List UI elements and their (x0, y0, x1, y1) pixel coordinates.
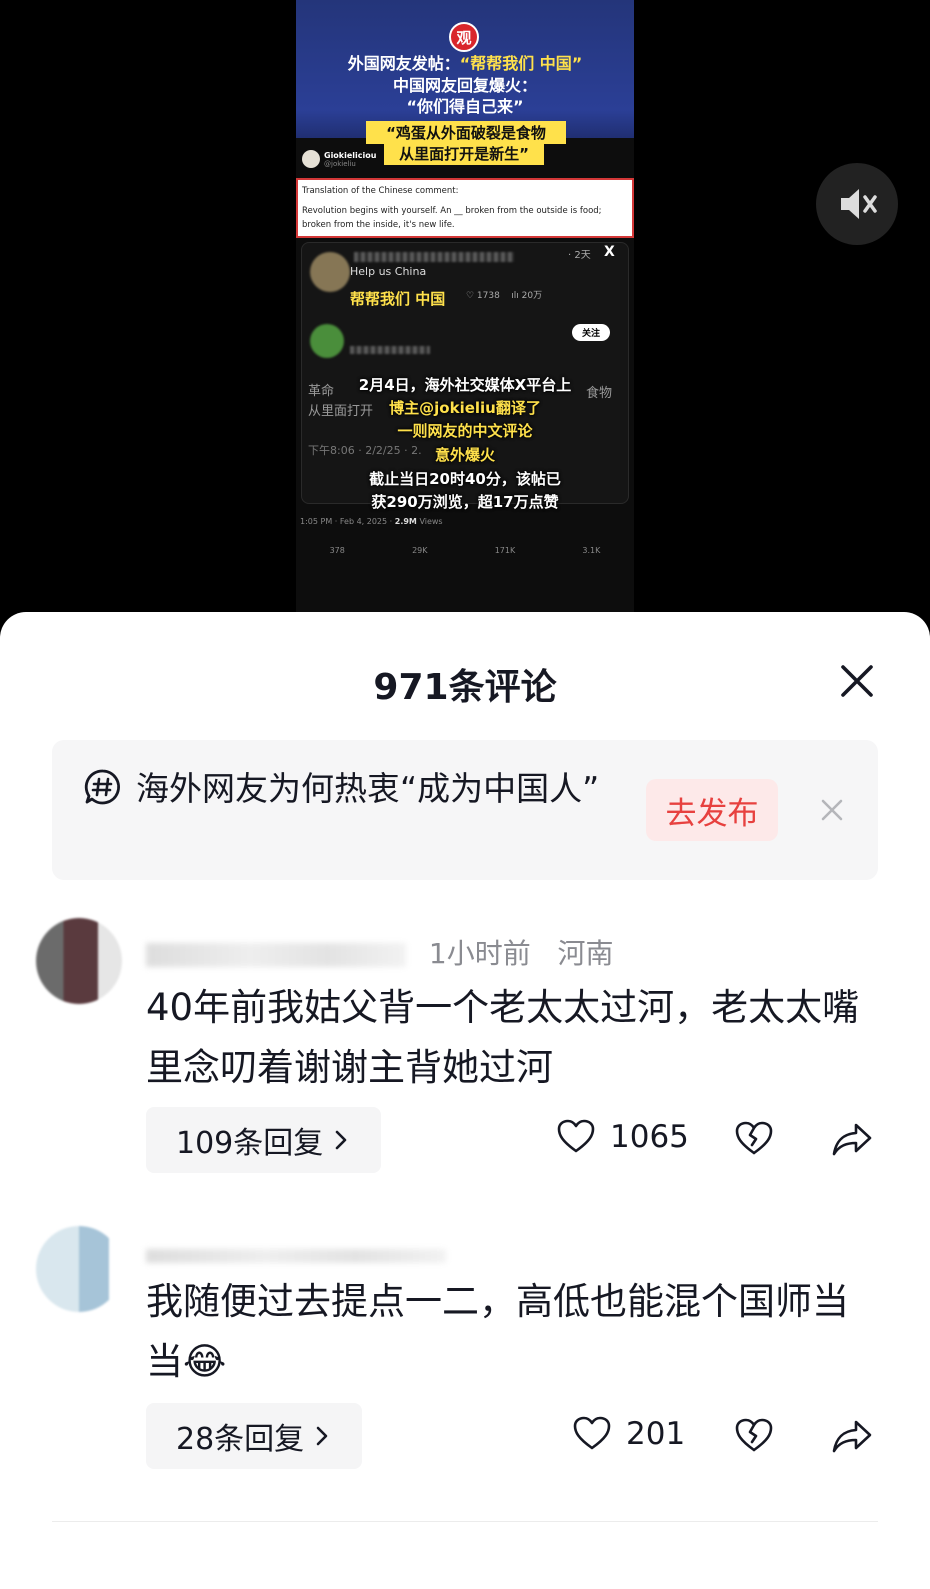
news-logo: 观 (449, 22, 479, 52)
follow-button: 关注 (572, 324, 611, 341)
blurred-name (354, 252, 514, 262)
translation-box: Translation of the Chinese comment: Revo… (296, 178, 634, 238)
comment-count-title: 971条评论 (373, 667, 557, 708)
blurred-username (146, 943, 406, 967)
stat-likes: ♡ 1738 (466, 291, 500, 301)
blurred-avatar-2 (310, 324, 344, 358)
blurred-avatar (310, 252, 350, 292)
like-button[interactable]: 201 (572, 1414, 685, 1454)
avatar[interactable] (36, 1226, 122, 1312)
tweet-user: Giokieliciou @jokieliu (302, 150, 376, 168)
broken-heart-icon[interactable] (732, 1414, 776, 1458)
video-frame: 观 外国网友发帖：“帮帮我们 中国” 中国网友回复爆火： “你们得自己来” “鸡… (296, 0, 634, 612)
comment-meta (146, 1238, 460, 1271)
meta-views: 2.9M (394, 517, 417, 526)
tweet-handle: @jokieliu (324, 159, 356, 168)
topic-text: 海外网友为何热衷“成为中国人” (136, 769, 600, 808)
headline-line-3: “你们得自己来” (406, 97, 524, 116)
divider (52, 1521, 878, 1522)
view-replies-button[interactable]: 28条回复 (146, 1403, 363, 1469)
comment-body: 我随便过去提点一二，高低也能混个国师当当 (146, 1280, 849, 1383)
tweet-actions: 378 29K 171K 3.1K (296, 546, 634, 555)
like-count: 201 (626, 1416, 686, 1452)
tweet-screenshot: Giokieliciou @jokieliu Translation of th… (296, 138, 634, 612)
reply-count: 28条回复 (176, 1422, 305, 1457)
help-cn-text: 帮帮我们 中国 (350, 290, 446, 308)
publish-button[interactable]: 去发布 (646, 779, 778, 841)
comment-time: 1小时前 (428, 937, 531, 970)
like-button[interactable]: 1065 (556, 1117, 689, 1157)
translation-line-2: Revolution begins with yourself. An __ b… (302, 206, 602, 216)
meta-time: 1:05 PM · Feb 4, 2025 · (300, 517, 393, 526)
overlay-line-1: 2月4日，海外社交媒体X平台上 (358, 376, 572, 394)
act-likes: 171K (494, 546, 516, 555)
like-count: 1065 (610, 1119, 689, 1155)
chevron-right-icon (335, 1130, 347, 1150)
act-replies: 378 (329, 546, 345, 555)
overlay-line-3: 一则网友的中文评论 (397, 422, 533, 440)
help-us-text: Help us China (350, 265, 427, 278)
avatar[interactable] (36, 918, 122, 1004)
topic-prompt-card[interactable]: 海外网友为何热衷“成为中国人” 去发布 (52, 740, 878, 880)
dismiss-topic-icon[interactable] (812, 790, 852, 830)
comment-text: 我随便过去提点一二，高低也能混个国师当当😂 (146, 1272, 876, 1392)
share-arrow-icon[interactable] (830, 1117, 874, 1161)
quote-line-2: 从里面打开是新生” (384, 142, 544, 165)
post-stats: ♡ 1738 ılı 20万 (466, 288, 542, 301)
comment-meta: 1小时前 河南 (146, 932, 613, 972)
act-retweets: 29K (412, 546, 428, 555)
post-time: · 2天 (568, 250, 591, 261)
headline-1b: “帮帮我们 中国” (459, 54, 583, 73)
tweet-username: Giokieliciou (324, 150, 377, 160)
close-icon[interactable] (836, 660, 878, 702)
overlay-line-4: 意外爆火 (434, 446, 495, 464)
comment-region: 河南 (557, 937, 614, 970)
act-bookmarks: 3.1K (582, 546, 601, 555)
reply-count: 109条回复 (176, 1126, 324, 1161)
chevron-right-icon (316, 1426, 328, 1446)
overlay-line-6: 获290万浏览，超17万点赞 (371, 493, 559, 511)
overlay-line-5: 截止当日20时40分，该帖已 (369, 470, 561, 488)
comment-sheet: 971条评论 海外网友为何热衷“成为中国人” 去发布 (0, 612, 930, 1589)
blurred-handle (350, 346, 430, 354)
comment-text: 40年前我姑父背一个老太太过河，老太太嘴里念叨着谢谢主背她过河 (146, 986, 860, 1089)
meta-views-label: Views (419, 517, 443, 526)
share-arrow-icon[interactable] (830, 1414, 874, 1458)
overlay-line-2: 博主@jokieliu翻译了 (389, 399, 541, 417)
x-logo: X (604, 244, 615, 260)
translation-line-3: broken from the inside, it's new life. (302, 220, 455, 230)
heart-icon (573, 1416, 611, 1450)
blurred-username (146, 1249, 446, 1263)
video-player[interactable]: 观 外国网友发帖：“帮帮我们 中国” 中国网友回复爆火： “你们得自己来” “鸡… (0, 0, 930, 620)
quote-line-1-top: “鸡蛋从外面破裂是食物 (366, 121, 566, 144)
stat-views: ılı 20万 (511, 291, 543, 301)
translation-line-1: Translation of the Chinese comment: (302, 186, 459, 196)
laughing-emoji: 😂 (183, 1340, 227, 1383)
tweet-avatar (302, 150, 320, 168)
mute-button[interactable] (816, 163, 898, 245)
tweet-meta: 1:05 PM · Feb 4, 2025 · 2.9M Views (300, 517, 443, 526)
broken-heart-icon[interactable] (732, 1117, 776, 1161)
headline-1a: 外国网友发帖： (347, 54, 460, 73)
speaker-muted-icon (841, 189, 877, 219)
heart-icon (557, 1119, 595, 1153)
headline-line-1: 外国网友发帖：“帮帮我们 中国” (296, 50, 634, 74)
view-replies-button[interactable]: 109条回复 (146, 1107, 382, 1173)
